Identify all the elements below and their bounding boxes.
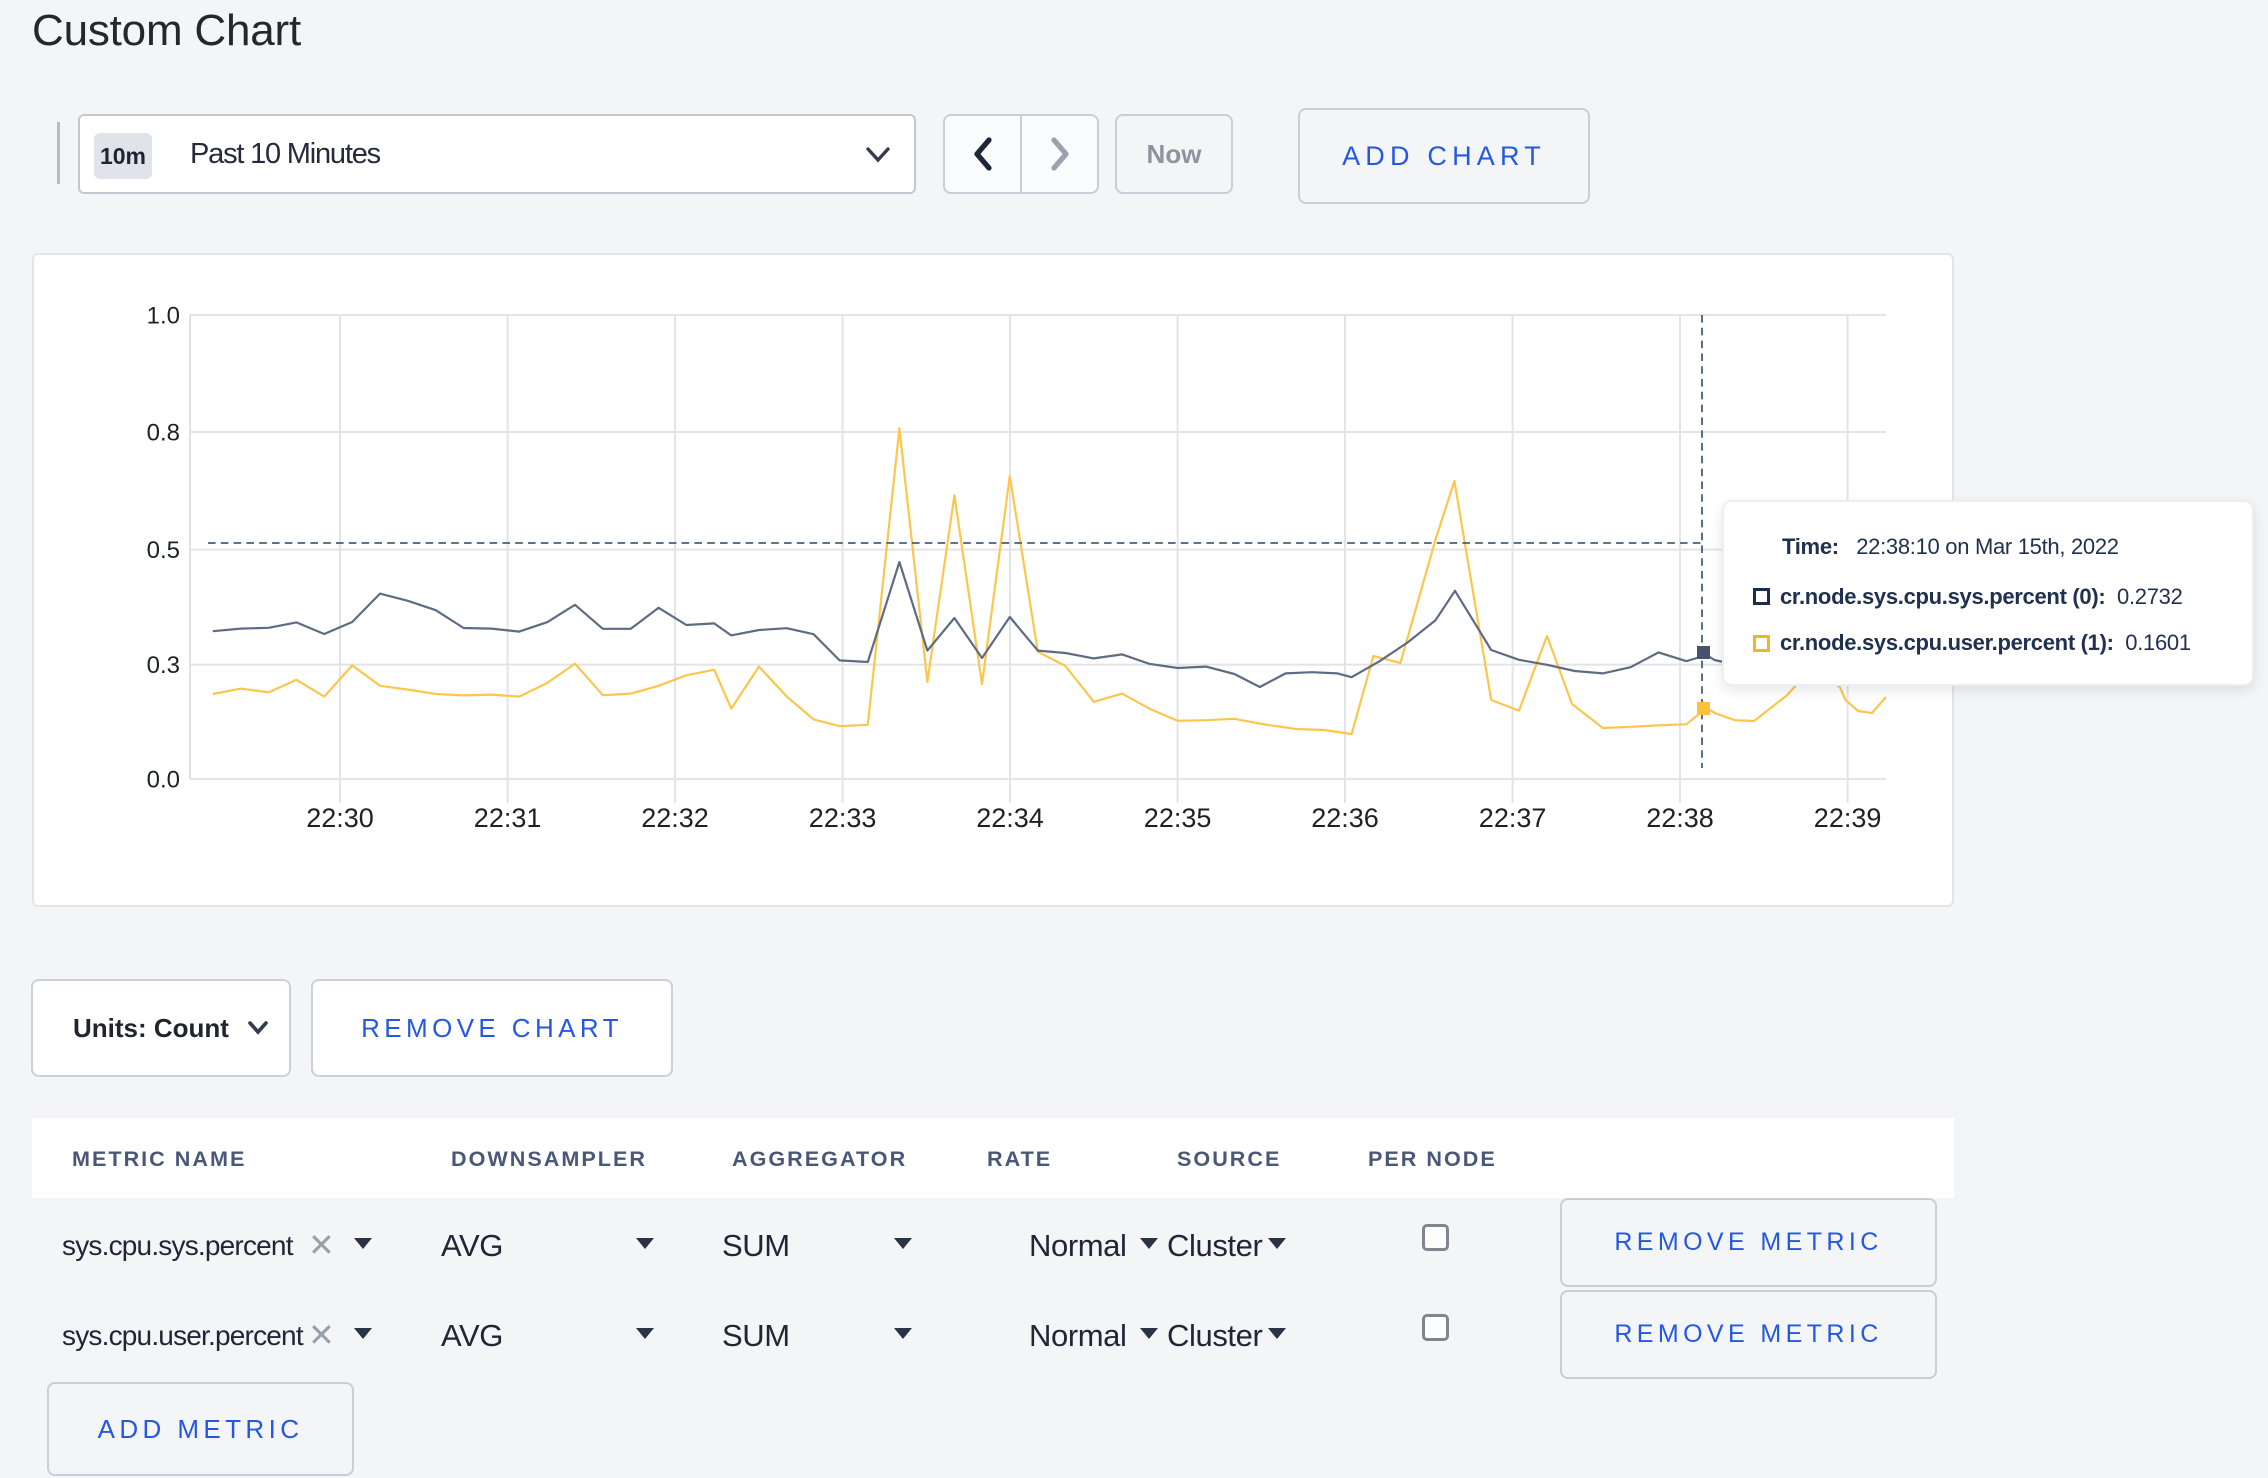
svg-text:22:34: 22:34 xyxy=(976,803,1044,833)
svg-text:22:32: 22:32 xyxy=(641,803,709,833)
svg-text:0.8: 0.8 xyxy=(147,420,180,447)
svg-text:22:39: 22:39 xyxy=(1814,803,1882,833)
svg-text:22:30: 22:30 xyxy=(306,803,374,833)
svg-text:22:36: 22:36 xyxy=(1311,803,1379,833)
svg-text:22:38: 22:38 xyxy=(1646,803,1714,833)
svg-text:0.3: 0.3 xyxy=(147,652,180,679)
svg-text:22:37: 22:37 xyxy=(1479,803,1547,833)
svg-text:22:35: 22:35 xyxy=(1144,803,1212,833)
svg-text:22:31: 22:31 xyxy=(474,803,542,833)
svg-text:1.0: 1.0 xyxy=(147,303,180,330)
svg-text:0.5: 0.5 xyxy=(147,537,180,564)
svg-text:22:33: 22:33 xyxy=(809,803,877,833)
svg-text:0.0: 0.0 xyxy=(147,767,180,794)
